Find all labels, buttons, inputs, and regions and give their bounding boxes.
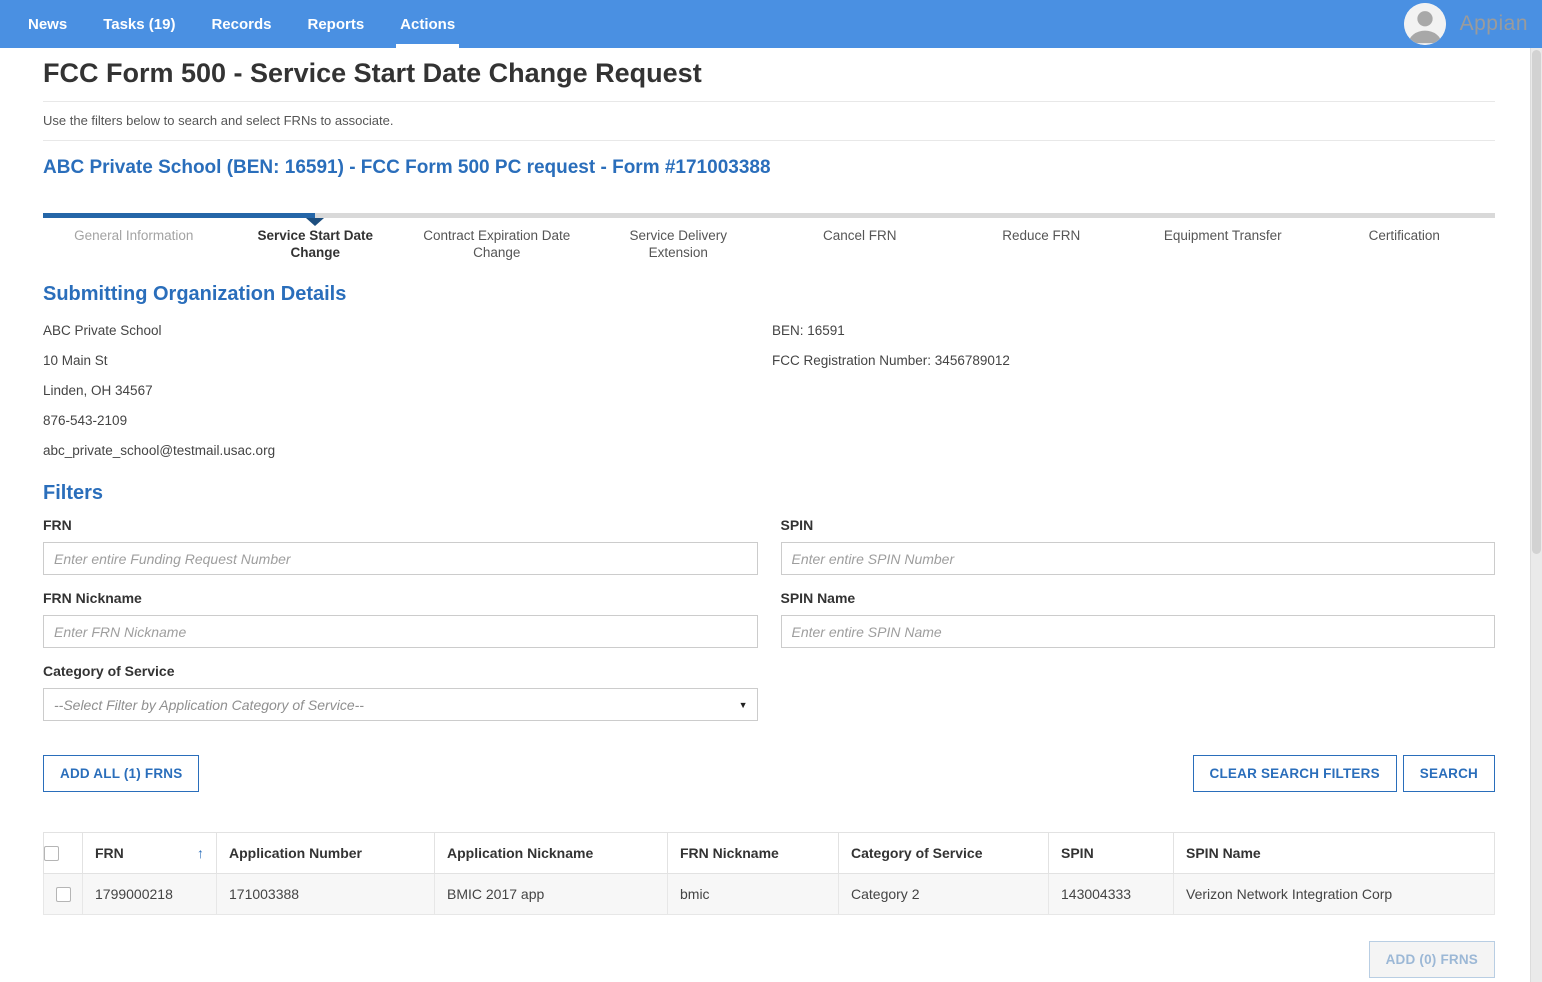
column-header-category-of-service[interactable]: Category of Service xyxy=(839,833,1049,874)
org-address-street: 10 Main St xyxy=(43,346,769,376)
category-of-service-label: Category of Service xyxy=(43,663,758,679)
frn-results-table: FRN ↑ Application Number Application Nic… xyxy=(43,832,1495,915)
table-header-row: FRN ↑ Application Number Application Nic… xyxy=(44,833,1495,874)
cell-frn-nickname: bmic xyxy=(668,874,839,915)
wizard-steps: General Information Service Start Date C… xyxy=(43,213,1495,261)
nav-item-actions[interactable]: Actions xyxy=(400,0,455,48)
org-details-heading: Submitting Organization Details xyxy=(43,283,1495,306)
wizard-step-service-delivery-extension[interactable]: Service Delivery Extension xyxy=(588,227,770,261)
column-header-application-nickname[interactable]: Application Nickname xyxy=(435,833,668,874)
frn-nickname-label: FRN Nickname xyxy=(43,590,758,606)
frn-label: FRN xyxy=(43,517,758,533)
column-header-spin-name[interactable]: SPIN Name xyxy=(1174,833,1495,874)
column-header-spin[interactable]: SPIN xyxy=(1049,833,1174,874)
wizard-step-certification[interactable]: Certification xyxy=(1314,227,1496,261)
cell-category-of-service: Category 2 xyxy=(839,874,1049,915)
filters-form: FRN FRN Nickname Category of Service --S… xyxy=(43,517,1495,736)
category-of-service-select[interactable]: --Select Filter by Application Category … xyxy=(43,688,758,721)
chevron-down-icon: ▼ xyxy=(739,700,748,710)
divider xyxy=(43,140,1495,141)
spin-label: SPIN xyxy=(781,517,1496,533)
select-all-checkbox[interactable] xyxy=(44,846,59,861)
wizard-step-contract-expiration-date-change[interactable]: Contract Expiration Date Change xyxy=(406,227,588,261)
org-address-city: Linden, OH 34567 xyxy=(43,376,769,406)
user-avatar-icon[interactable] xyxy=(1404,3,1446,45)
page-title: FCC Form 500 - Service Start Date Change… xyxy=(43,58,1495,89)
column-header-frn-label: FRN xyxy=(95,845,124,861)
appian-logo: Appian xyxy=(1460,12,1528,36)
frn-input[interactable] xyxy=(43,542,758,575)
wizard-step-cancel-frn[interactable]: Cancel FRN xyxy=(769,227,951,261)
spin-name-label: SPIN Name xyxy=(781,590,1496,606)
wizard-step-general-information[interactable]: General Information xyxy=(43,227,225,261)
spin-input[interactable] xyxy=(781,542,1496,575)
column-header-application-number[interactable]: Application Number xyxy=(217,833,435,874)
column-header-frn[interactable]: FRN ↑ xyxy=(83,833,217,874)
search-button[interactable]: SEARCH xyxy=(1403,755,1495,792)
nav-item-records[interactable]: Records xyxy=(211,0,271,48)
wizard-progress-bar xyxy=(43,213,1495,218)
wizard-current-step-arrow-icon xyxy=(306,218,324,226)
cell-application-number: 171003388 xyxy=(217,874,435,915)
add-all-frns-button[interactable]: ADD ALL (1) FRNS xyxy=(43,755,199,792)
page-scrollbar[interactable] xyxy=(1530,48,1542,982)
nav-item-reports[interactable]: Reports xyxy=(307,0,364,48)
org-phone: 876-543-2109 xyxy=(43,406,769,436)
org-email: abc_private_school@testmail.usac.org xyxy=(43,436,769,466)
category-of-service-selected-value: --Select Filter by Application Category … xyxy=(54,697,364,713)
page-instructions: Use the filters below to search and sele… xyxy=(43,113,1495,128)
org-fcc-registration-number: FCC Registration Number: 3456789012 xyxy=(772,346,1495,376)
cell-spin: 143004333 xyxy=(1049,874,1174,915)
frn-nickname-input[interactable] xyxy=(43,615,758,648)
nav-item-news[interactable]: News xyxy=(28,0,67,48)
form-heading: ABC Private School (BEN: 16591) - FCC Fo… xyxy=(43,157,1495,179)
nav-item-tasks[interactable]: Tasks (19) xyxy=(103,0,175,48)
cell-application-nickname: BMIC 2017 app xyxy=(435,874,668,915)
org-ben: BEN: 16591 xyxy=(772,316,1495,346)
scrollbar-thumb[interactable] xyxy=(1532,50,1541,554)
wizard-progress-fill xyxy=(43,213,315,218)
org-name: ABC Private School xyxy=(43,316,769,346)
sort-ascending-icon[interactable]: ↑ xyxy=(197,845,204,861)
column-header-frn-nickname[interactable]: FRN Nickname xyxy=(668,833,839,874)
wizard-step-reduce-frn[interactable]: Reduce FRN xyxy=(951,227,1133,261)
divider xyxy=(43,101,1495,102)
spin-name-input[interactable] xyxy=(781,615,1496,648)
add-selected-frns-button[interactable]: ADD (0) FRNS xyxy=(1369,941,1495,978)
wizard-step-equipment-transfer[interactable]: Equipment Transfer xyxy=(1132,227,1314,261)
clear-search-filters-button[interactable]: CLEAR SEARCH FILTERS xyxy=(1193,755,1397,792)
cell-frn: 1799000218 xyxy=(83,874,217,915)
filters-heading: Filters xyxy=(43,482,1495,505)
org-details: ABC Private School 10 Main St Linden, OH… xyxy=(43,316,1495,466)
wizard-step-service-start-date-change[interactable]: Service Start Date Change xyxy=(225,227,407,261)
cell-spin-name: Verizon Network Integration Corp xyxy=(1174,874,1495,915)
row-select-checkbox[interactable] xyxy=(56,887,71,902)
nav-menu: News Tasks (19) Records Reports Actions xyxy=(28,0,455,48)
table-row: 1799000218 171003388 BMIC 2017 app bmic … xyxy=(44,874,1495,915)
top-nav: News Tasks (19) Records Reports Actions … xyxy=(0,0,1542,48)
